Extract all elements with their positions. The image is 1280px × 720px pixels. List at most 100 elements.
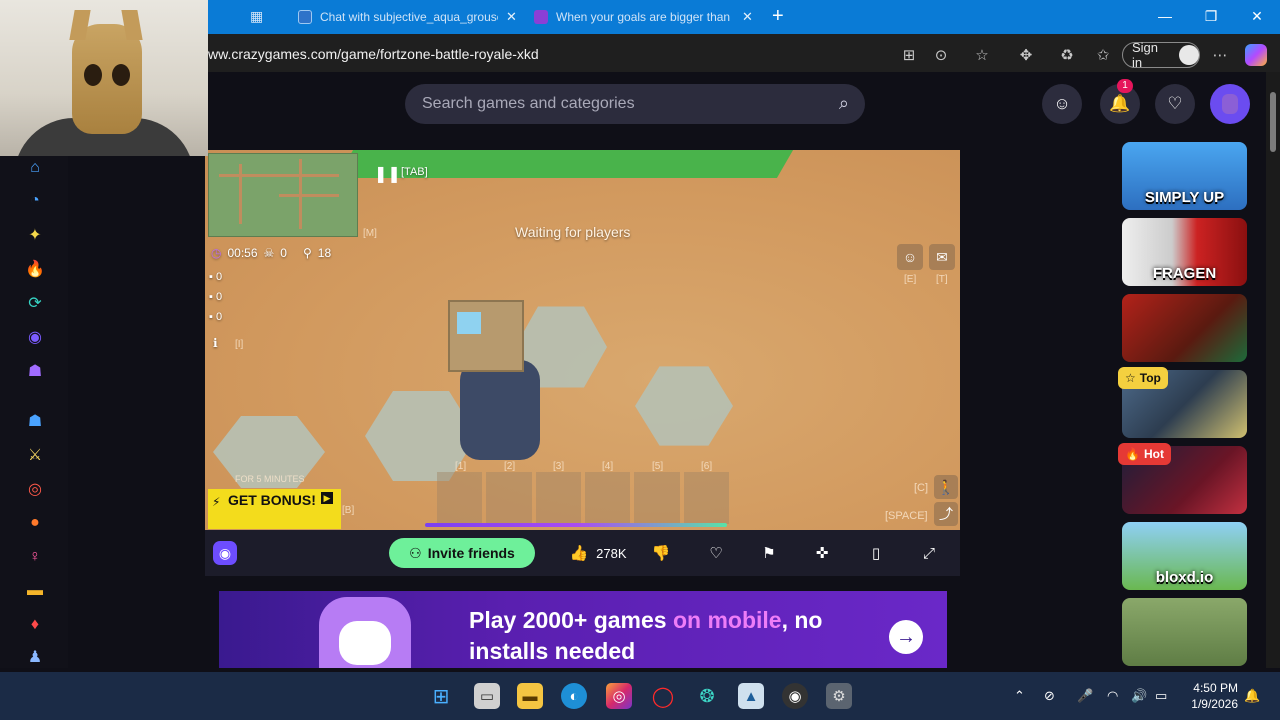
url-field[interactable]: ww.crazygames.com/game/fortzone-battle-r… <box>208 46 539 62</box>
minimap[interactable] <box>208 153 358 237</box>
pause-icon[interactable]: ❚❚ <box>374 164 401 184</box>
task-view-icon[interactable]: ▭ <box>474 683 500 709</box>
instagram-icon[interactable]: ◎ <box>606 683 632 709</box>
info-icon[interactable]: ℹ <box>213 336 218 350</box>
sidebar-item-card[interactable]: ♦ <box>24 614 46 636</box>
search-icon[interactable]: ⌕ <box>839 93 849 114</box>
friends-button[interactable]: ☺ <box>1042 84 1082 124</box>
new-tab-button[interactable]: + <box>772 5 784 28</box>
mobile-promo-banner[interactable]: Play 2000+ games on mobile, no installs … <box>219 591 947 668</box>
sidebar-item-recent[interactable]: ◔ <box>24 190 46 212</box>
chat-button[interactable]: ✉ <box>929 244 955 270</box>
hotbar-slot[interactable] <box>437 472 483 524</box>
clock-date[interactable]: 1/9/2026 <box>1180 697 1238 711</box>
game-canvas[interactable]: [M] ❚❚ [TAB] Waiting for players ◷ 00:56… <box>205 150 960 530</box>
crouch-key-hint: [C] <box>914 482 929 494</box>
sidebar-item-sports[interactable]: ● <box>24 512 46 534</box>
sidebar-item-originals[interactable]: ◉ <box>24 326 46 348</box>
volume-icon[interactable]: 🔊 <box>1131 688 1147 704</box>
promo-arrow-button[interactable]: → <box>889 620 923 654</box>
game-thumbnail[interactable]: SIMPLY UP <box>1122 142 1247 210</box>
invite-friends-button[interactable]: ⚇ Invite friends <box>389 538 535 568</box>
bonus-duration: FOR 5 MINUTES <box>235 474 305 484</box>
clock-time[interactable]: 4:50 PM <box>1190 681 1238 695</box>
report-button[interactable]: ⚑ <box>756 538 782 568</box>
microphone-icon[interactable]: 🎤 <box>1077 688 1093 704</box>
basketball-icon: ● <box>30 514 40 531</box>
hotbar-slot[interactable] <box>683 472 729 524</box>
show-hidden-icons[interactable]: ⌃ <box>1014 688 1025 704</box>
search-input[interactable]: Search games and categories ⌕ <box>405 84 865 124</box>
kill-count: 0 <box>280 246 287 260</box>
hotbar-slot[interactable] <box>486 472 532 524</box>
battery-icon[interactable]: ▭ <box>1155 688 1167 704</box>
sidebar-item-action[interactable]: ⚔ <box>24 444 46 466</box>
edge-browser-icon[interactable]: ◐ <box>561 683 587 709</box>
player-character <box>460 360 540 460</box>
fullscreen-button[interactable]: ⤢ <box>916 538 942 568</box>
like-button[interactable]: 👍 278K <box>560 538 636 568</box>
browser-tab-chat[interactable]: Chat with subjective_aqua_grouse ✕ <box>290 4 525 30</box>
smiley-icon: ☺ <box>902 249 918 265</box>
jump-button[interactable]: ⤴ <box>934 502 958 526</box>
location-off-icon[interactable]: ⊘ <box>1044 688 1055 704</box>
hotbar-slot[interactable] <box>634 472 680 524</box>
hotbar-slot[interactable] <box>535 472 581 524</box>
sidebar-item-multiplayer[interactable]: ☗ <box>24 360 46 382</box>
sidebar-item-driving[interactable]: ▬ <box>24 580 46 602</box>
favorite-button[interactable]: ♡ <box>703 538 729 568</box>
file-explorer-icon[interactable]: ▬ <box>517 683 543 709</box>
avatar[interactable] <box>1210 84 1250 124</box>
thumbnail-title: FRAGEN <box>1152 265 1217 282</box>
chat-bubble-icon: ✉ <box>936 248 948 265</box>
mobile-button[interactable]: ▯ <box>863 538 889 568</box>
hotbar-slot[interactable] <box>584 472 631 524</box>
performance-icon[interactable]: ♻ <box>1057 46 1077 64</box>
notification-bell-icon[interactable]: 🔔 <box>1244 688 1260 704</box>
close-tab-icon[interactable]: ✕ <box>742 9 753 25</box>
extensions-icon[interactable]: ✥ <box>1016 46 1036 64</box>
minimize-button[interactable]: — <box>1150 8 1180 24</box>
restore-button[interactable]: ❐ <box>1196 8 1226 25</box>
notification-badge: 1 <box>1117 79 1133 93</box>
photos-icon[interactable]: ▲ <box>738 683 764 709</box>
top-badge: ☆ Top <box>1118 367 1168 389</box>
sidebar-item-board[interactable]: ♟ <box>24 646 46 668</box>
game-thumbnail[interactable]: bloxd.io <box>1122 522 1247 590</box>
favorites-button[interactable]: ♡ <box>1155 84 1195 124</box>
emote-button[interactable]: ☺ <box>897 244 923 270</box>
sidebar-item-two-player[interactable]: ☗ <box>24 410 46 432</box>
opera-icon[interactable]: ◯ <box>650 683 676 709</box>
copilot-icon[interactable] <box>1245 44 1267 66</box>
scrollbar-thumb[interactable] <box>1270 92 1276 152</box>
game-thumbnail[interactable] <box>1122 294 1247 362</box>
browser-tab-video[interactable]: When your goals are bigger than ✕ <box>526 4 761 30</box>
page-scrollbar[interactable] <box>1266 72 1280 668</box>
settings-more-icon[interactable]: ⋯ <box>1210 46 1230 64</box>
sidebar-item-new[interactable]: ✦ <box>24 224 46 246</box>
favorite-star-icon[interactable]: ☆ <box>972 46 992 64</box>
obs-icon[interactable]: ◉ <box>782 683 808 709</box>
app-icon[interactable]: ❂ <box>694 683 720 709</box>
start-menu-icon[interactable]: ⊞ <box>428 683 454 709</box>
sidebar-item-trending[interactable]: 🔥 <box>24 258 46 280</box>
sidebar-item-home[interactable]: ⌂ <box>24 157 46 179</box>
dislike-button[interactable]: 👎 <box>648 538 674 568</box>
settings-gear-icon[interactable]: ⚙ <box>826 683 852 709</box>
sign-in-button[interactable]: Sign in <box>1122 40 1200 70</box>
wifi-icon[interactable]: ◠ <box>1107 688 1118 704</box>
close-window-button[interactable]: ✕ <box>1242 8 1272 25</box>
close-tab-icon[interactable]: ✕ <box>506 9 517 25</box>
apps-icon[interactable]: ⊞ <box>899 46 919 64</box>
sidebar-item-updated[interactable]: ⟳ <box>24 292 46 314</box>
crazygames-logo-icon[interactable]: ◉ <box>213 541 237 565</box>
game-thumbnail[interactable] <box>1122 598 1247 666</box>
more-tools-icon[interactable]: ⊙ <box>931 46 951 64</box>
sidebar-item-adventure[interactable]: ◎ <box>24 478 46 500</box>
game-thumbnail[interactable]: FRAGEN <box>1122 218 1247 286</box>
sidebar-item-dress-up[interactable]: ♀ <box>24 546 46 568</box>
workspaces-icon[interactable]: ▦ <box>250 8 272 26</box>
favorites-icon[interactable]: ✩ <box>1093 46 1113 64</box>
crouch-button[interactable]: 🚶 <box>934 475 958 499</box>
controls-button[interactable]: ✜ <box>809 538 835 568</box>
